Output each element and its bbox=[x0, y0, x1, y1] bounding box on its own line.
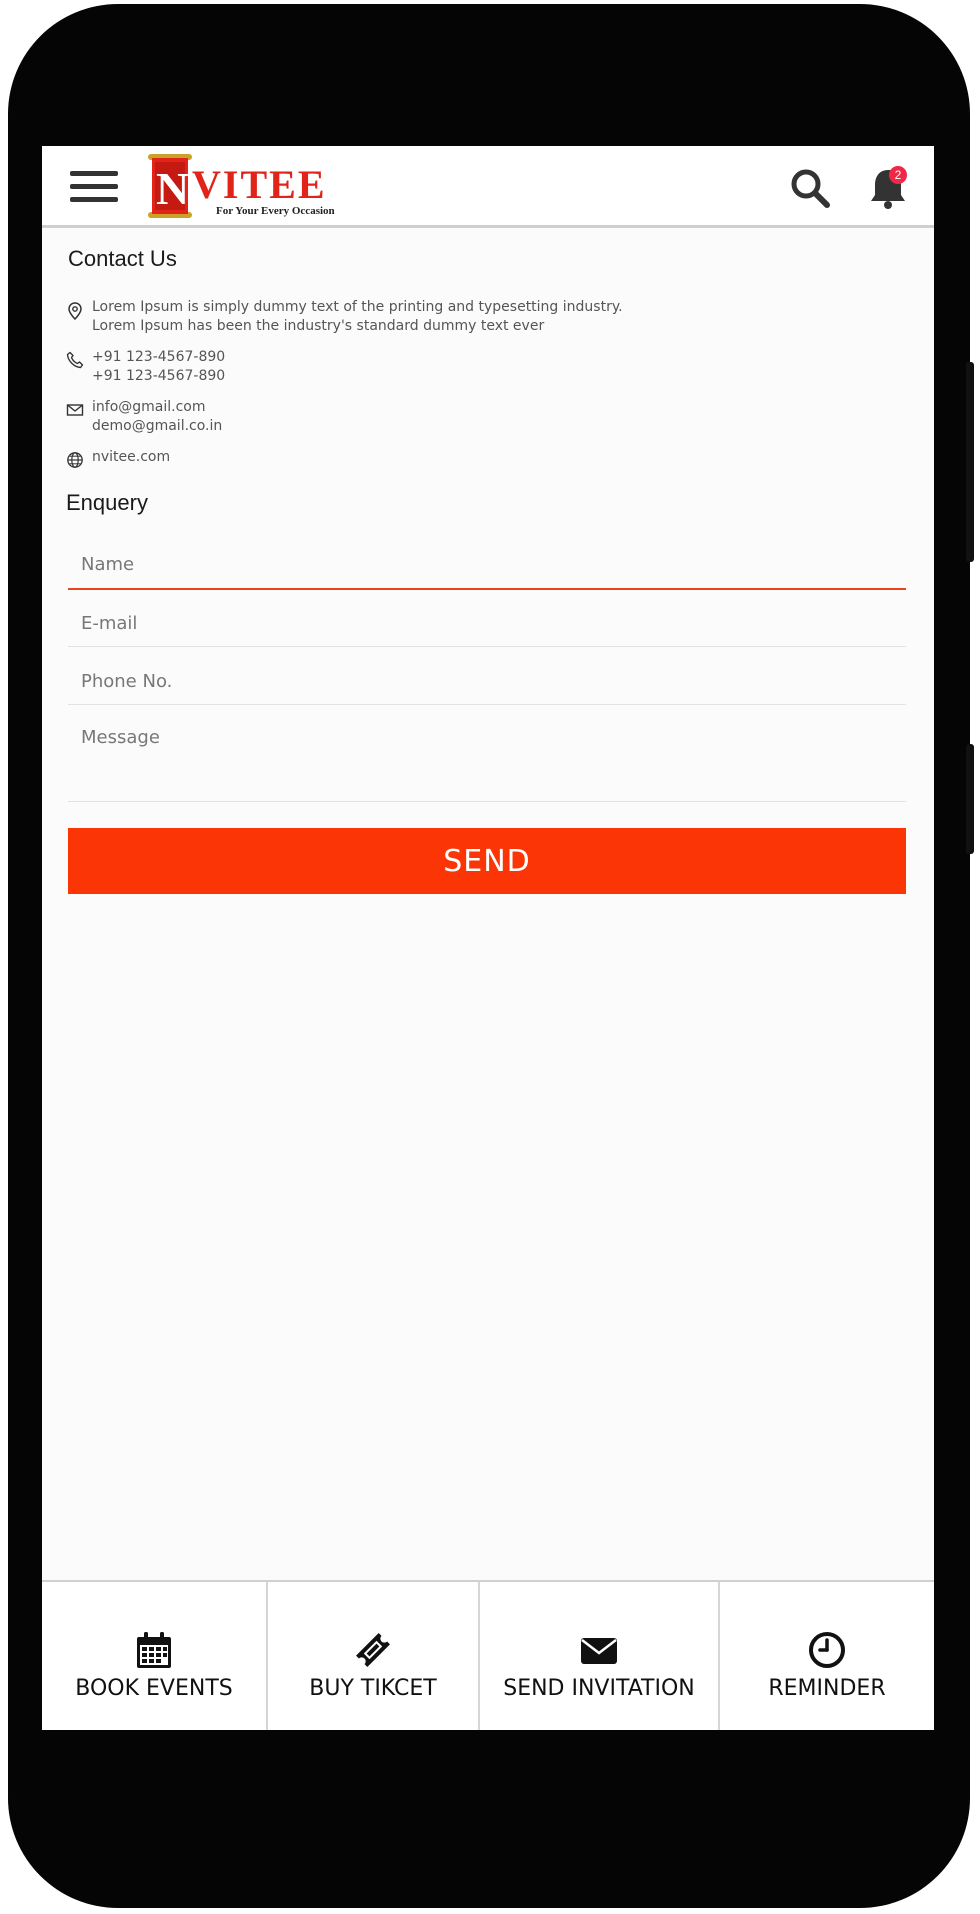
send-button[interactable]: SEND bbox=[68, 828, 906, 894]
contact-title: Contact Us bbox=[68, 246, 177, 271]
nav-label: REMINDER bbox=[768, 1676, 886, 1701]
website-link[interactable]: nvitee.com bbox=[92, 448, 170, 467]
calendar-icon bbox=[137, 1632, 171, 1668]
nav-book-events[interactable]: BOOK EVENTS bbox=[42, 1582, 266, 1730]
email-field[interactable] bbox=[68, 601, 906, 647]
contact-emails: info@gmail.com demo@gmail.co.in bbox=[92, 398, 222, 436]
svg-text:N: N bbox=[156, 163, 189, 214]
phone-number[interactable]: +91 123-4567-890 bbox=[92, 367, 225, 386]
envelope-icon bbox=[581, 1638, 617, 1664]
address-line: Lorem Ipsum is simply dummy text of the … bbox=[92, 299, 623, 315]
nav-reminder[interactable]: REMINDER bbox=[720, 1582, 934, 1730]
nav-label: SEND INVITATION bbox=[503, 1676, 695, 1701]
phone-side-button bbox=[966, 362, 974, 562]
search-icon[interactable] bbox=[790, 168, 830, 208]
phone-icon bbox=[66, 351, 84, 369]
nav-send-invitation[interactable]: SEND INVITATION bbox=[480, 1582, 718, 1730]
phone-input[interactable] bbox=[68, 659, 906, 703]
globe-icon bbox=[67, 452, 83, 468]
phone-field[interactable] bbox=[68, 659, 906, 705]
ticket-icon bbox=[356, 1633, 390, 1667]
contact-address: Lorem Ipsum is simply dummy text of the … bbox=[92, 298, 623, 336]
nav-buy-ticket[interactable]: BUY TIKCET bbox=[268, 1582, 478, 1730]
phone-side-button bbox=[966, 744, 974, 854]
email-link[interactable]: info@gmail.com bbox=[92, 398, 222, 417]
nav-label: BUY TIKCET bbox=[309, 1676, 437, 1701]
name-field[interactable] bbox=[68, 542, 906, 590]
notification-badge: 2 bbox=[889, 166, 907, 184]
svg-text:VITEE: VITEE bbox=[192, 162, 327, 207]
bottom-navigation: BOOK EVENTS BUY TIKCET SEND INVITATION R… bbox=[42, 1580, 934, 1730]
menu-icon[interactable] bbox=[70, 171, 118, 203]
message-input[interactable] bbox=[68, 721, 906, 781]
nvitee-logo: N VITEE For Your Every Occasion bbox=[148, 154, 335, 218]
svg-text:For Your Every Occasion: For Your Every Occasion bbox=[216, 205, 335, 217]
contact-website: nvitee.com bbox=[92, 448, 170, 467]
name-input[interactable] bbox=[68, 542, 906, 586]
phone-number[interactable]: +91 123-4567-890 bbox=[92, 348, 225, 367]
top-app-bar: N VITEE For Your Every Occasion 2 bbox=[42, 146, 934, 228]
mail-icon bbox=[66, 404, 84, 416]
email-input[interactable] bbox=[68, 601, 906, 645]
clock-icon bbox=[809, 1632, 845, 1668]
location-pin-icon bbox=[68, 302, 82, 320]
nav-label: BOOK EVENTS bbox=[75, 1676, 233, 1701]
email-link[interactable]: demo@gmail.co.in bbox=[92, 417, 222, 436]
app-screen: N VITEE For Your Every Occasion 2 Contac… bbox=[42, 146, 934, 1730]
address-line: Lorem Ipsum has been the industry's stan… bbox=[92, 318, 545, 334]
contact-phones: +91 123-4567-890 +91 123-4567-890 bbox=[92, 348, 225, 386]
message-field[interactable] bbox=[68, 721, 906, 802]
enquiry-title: Enquery bbox=[66, 490, 148, 515]
